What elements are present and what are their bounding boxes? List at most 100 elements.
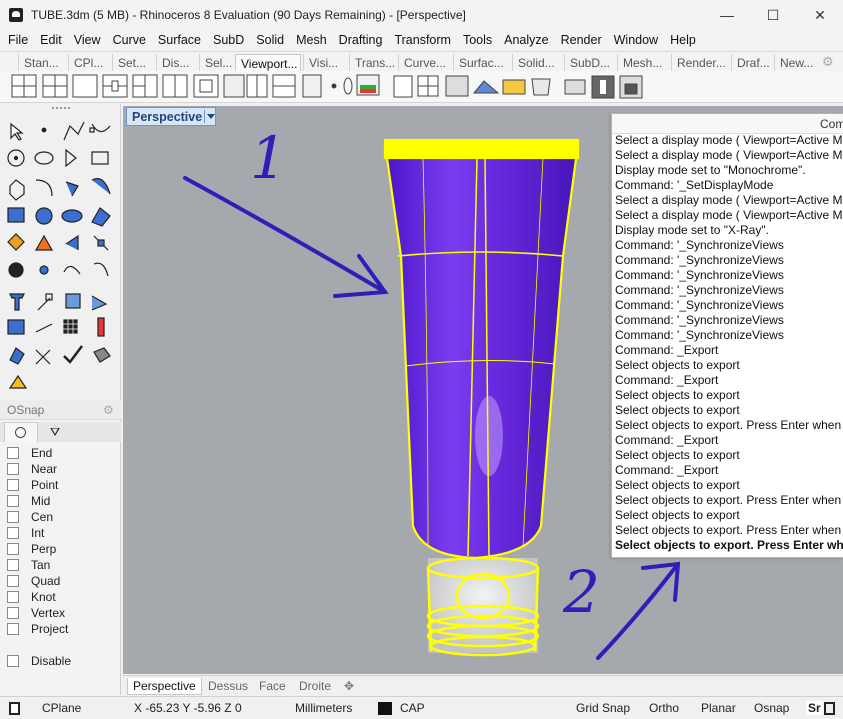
menu-tools[interactable]: Tools bbox=[457, 33, 498, 47]
osnap-point[interactable]: Point bbox=[7, 477, 58, 493]
tab-solid-tools[interactable]: Solid... bbox=[512, 54, 564, 72]
status-ortho[interactable]: Ortho bbox=[649, 701, 679, 715]
checkbox[interactable] bbox=[7, 559, 19, 571]
checkbox[interactable] bbox=[7, 591, 19, 603]
osnap-vertex[interactable]: Vertex bbox=[7, 605, 65, 621]
status-grid-snap[interactable]: Grid Snap bbox=[576, 701, 630, 715]
osnap-near[interactable]: Near bbox=[7, 461, 57, 477]
osnap-tan[interactable]: Tan bbox=[7, 557, 50, 573]
cylinder-icon bbox=[61, 209, 83, 223]
osnap-end[interactable]: End bbox=[7, 445, 52, 461]
menu-view[interactable]: View bbox=[68, 33, 107, 47]
maximize-button[interactable]: ☐ bbox=[750, 0, 796, 30]
command-line: Command: '_SynchronizeViews bbox=[615, 253, 784, 267]
status-layer[interactable]: CAP bbox=[400, 701, 425, 715]
tab-dessus[interactable]: Dessus bbox=[203, 678, 253, 695]
menu-surface[interactable]: Surface bbox=[152, 33, 207, 47]
checkbox[interactable] bbox=[7, 527, 19, 539]
viewport-menu-chevron-icon[interactable] bbox=[204, 110, 215, 123]
menu-solid[interactable]: Solid bbox=[250, 33, 290, 47]
checkbox[interactable] bbox=[7, 479, 19, 491]
checkbox[interactable] bbox=[7, 463, 19, 475]
menu-help[interactable]: Help bbox=[664, 33, 702, 47]
menu-mesh[interactable]: Mesh bbox=[290, 33, 333, 47]
checkbox[interactable] bbox=[7, 623, 19, 635]
tabs-gear-icon[interactable]: ⚙ bbox=[822, 54, 834, 70]
menu-drafting[interactable]: Drafting bbox=[333, 33, 389, 47]
tab-droite[interactable]: Droite bbox=[294, 678, 336, 695]
osnap-tab[interactable] bbox=[4, 422, 38, 442]
tab-surface-tools[interactable]: Surfac... bbox=[453, 54, 512, 72]
array-icon bbox=[65, 293, 81, 309]
status-smarttrack[interactable]: Sr bbox=[806, 701, 823, 715]
tab-cplanes[interactable]: CPl... bbox=[68, 54, 112, 72]
osnap-knot[interactable]: Knot bbox=[7, 589, 56, 605]
menu-render[interactable]: Render bbox=[555, 33, 608, 47]
sphere-icon bbox=[35, 207, 53, 225]
status-osnap[interactable]: Osnap bbox=[754, 701, 789, 715]
menu-file[interactable]: File bbox=[2, 33, 34, 47]
command-line: Command: '_SynchronizeViews bbox=[615, 298, 784, 312]
osnap-disable[interactable]: Disable bbox=[7, 653, 71, 669]
minimize-button[interactable]: — bbox=[704, 0, 750, 30]
osnap-quad[interactable]: Quad bbox=[7, 573, 60, 589]
osnap-mid[interactable]: Mid bbox=[7, 493, 50, 509]
tab-mesh-tools[interactable]: Mesh... bbox=[617, 54, 671, 72]
points-icon bbox=[39, 265, 49, 275]
tab-set-view[interactable]: Set... bbox=[112, 54, 156, 72]
tab-transform[interactable]: Trans... bbox=[349, 54, 398, 72]
tab-subd-tools[interactable]: SubD... bbox=[564, 54, 617, 72]
menu-analyze[interactable]: Analyze bbox=[498, 33, 554, 47]
tab-face[interactable]: Face bbox=[254, 678, 291, 695]
menu-edit[interactable]: Edit bbox=[34, 33, 68, 47]
tab-standard[interactable]: Stan... bbox=[18, 54, 68, 72]
cplane-toggle-icon[interactable] bbox=[9, 702, 20, 715]
tab-render-tools[interactable]: Render... bbox=[671, 54, 731, 72]
checkbox[interactable] bbox=[7, 447, 19, 459]
tab-perspective[interactable]: Perspective bbox=[127, 678, 202, 695]
checkbox[interactable] bbox=[7, 543, 19, 555]
snap-label: Knot bbox=[31, 590, 56, 604]
tab-drafting[interactable]: Draf... bbox=[731, 54, 774, 72]
tab-curve-tools[interactable]: Curve... bbox=[398, 54, 453, 72]
osnap-int[interactable]: Int bbox=[7, 525, 44, 541]
menu-transform[interactable]: Transform bbox=[388, 33, 457, 47]
status-panel-icon[interactable] bbox=[824, 702, 835, 715]
close-button[interactable]: ✕ bbox=[797, 0, 843, 30]
command-line: Command: '_SynchronizeViews bbox=[615, 268, 784, 282]
status-cplane[interactable]: CPlane bbox=[42, 701, 81, 715]
command-line: Command: '_SynchronizeViews bbox=[615, 313, 784, 327]
tab-display[interactable]: Dis... bbox=[156, 54, 199, 72]
osnap-perp[interactable]: Perp bbox=[7, 541, 56, 557]
osnap-cen[interactable]: Cen bbox=[7, 509, 53, 525]
curve-icon bbox=[91, 123, 111, 133]
layer-color-swatch[interactable] bbox=[378, 702, 392, 715]
osnap-gear-icon[interactable]: ⚙ bbox=[103, 403, 114, 417]
osnap-project[interactable]: Project bbox=[7, 621, 68, 637]
tube-body bbox=[385, 144, 578, 558]
command-prompt[interactable]: Select objects to export. Press Enter wh… bbox=[615, 538, 843, 553]
arrow-2 bbox=[596, 562, 680, 660]
add-viewport-tab-icon[interactable]: ✥ bbox=[339, 678, 359, 695]
tab-new-in-v8[interactable]: New... bbox=[774, 54, 819, 72]
tab-viewport-layout[interactable]: Viewport... bbox=[235, 54, 301, 72]
checkbox[interactable] bbox=[7, 607, 19, 619]
filter-tab-icon[interactable]: ⛛ bbox=[50, 425, 60, 440]
command-window-title[interactable]: Com bbox=[612, 114, 843, 134]
command-history-window[interactable]: Com Select a display mode ( Viewport=Act… bbox=[611, 113, 843, 558]
menu-curve[interactable]: Curve bbox=[107, 33, 152, 47]
checkbox[interactable] bbox=[7, 655, 19, 667]
command-line: Command: _Export bbox=[615, 463, 719, 477]
new-doc-icon bbox=[393, 75, 413, 98]
checkbox[interactable] bbox=[7, 511, 19, 523]
menu-subd[interactable]: SubD bbox=[207, 33, 250, 47]
status-units[interactable]: Millimeters bbox=[295, 701, 352, 715]
tab-visibility[interactable]: Visi... bbox=[303, 54, 349, 72]
status-planar[interactable]: Planar bbox=[701, 701, 736, 715]
polyline-icon bbox=[63, 121, 85, 141]
checkbox[interactable] bbox=[7, 495, 19, 507]
checkbox[interactable] bbox=[7, 575, 19, 587]
menu-window[interactable]: Window bbox=[608, 33, 664, 47]
tab-select[interactable]: Sel... bbox=[199, 54, 235, 72]
viewport-label[interactable]: Perspective bbox=[126, 107, 216, 126]
